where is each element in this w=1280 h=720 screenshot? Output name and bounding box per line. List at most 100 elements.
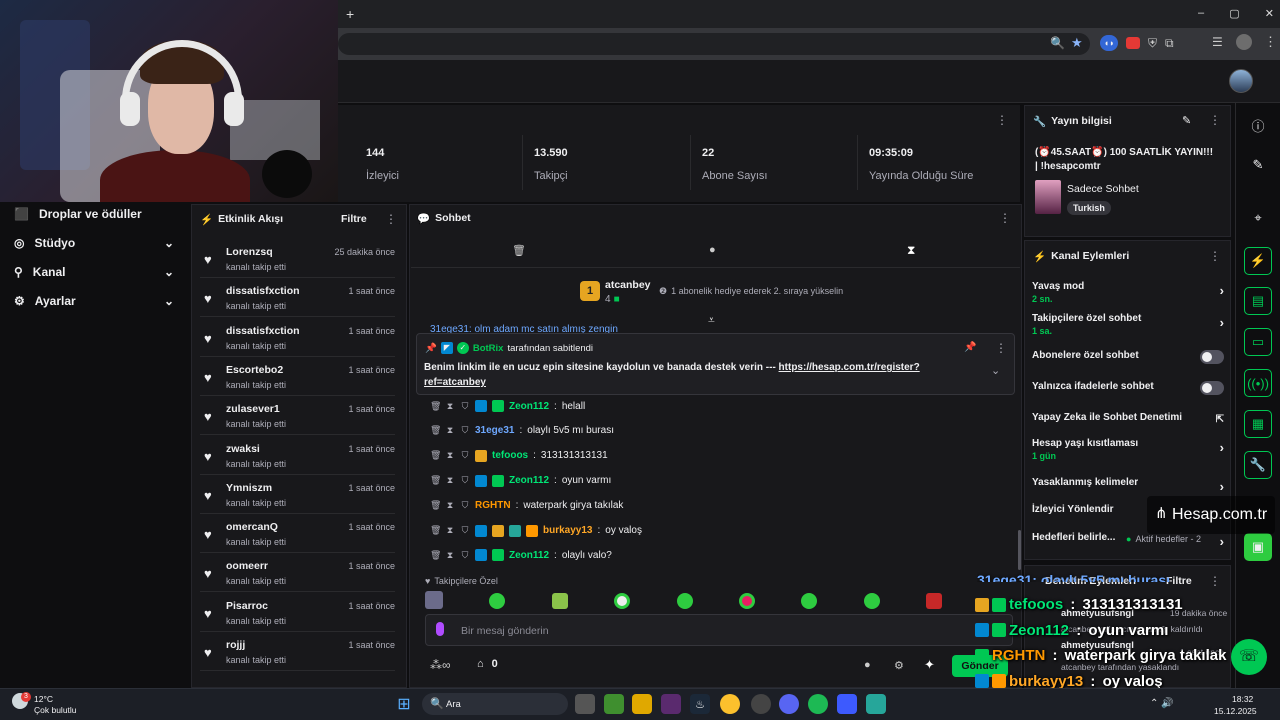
activity-item[interactable]: ♥ Lorenzsq kanalı takip etti 25 dakika önce <box>200 242 395 278</box>
channel-actions-menu-icon[interactable]: ⋮ <box>1209 249 1221 263</box>
activity-item[interactable]: ♥ dissatisfxction kanalı takip etti 1 saat … <box>200 321 395 357</box>
extensions-puzzle-icon[interactable]: ⧉ <box>1165 37 1174 49</box>
timeout-icon[interactable]: ⧗ <box>445 425 455 436</box>
hourglass-icon[interactable]: ⧗ <box>907 243 915 258</box>
chrome-icon[interactable] <box>720 694 740 714</box>
emote-7[interactable] <box>864 593 880 609</box>
address-bar[interactable] <box>338 33 1090 55</box>
sidebar-item-settings[interactable]: ⚙ Ayarlar ⌄ <box>14 290 174 312</box>
focus-rail-icon[interactable]: ⌖ <box>1244 204 1272 232</box>
chat-username[interactable]: Zeon112 <box>509 401 549 412</box>
ban-icon[interactable]: ⛉ <box>460 425 470 436</box>
activity-item[interactable]: ♥ Ymniszm kanalı takip etti 1 saat önce <box>200 478 395 514</box>
ban-icon[interactable]: ⛉ <box>460 450 470 461</box>
sidebar-item-studio[interactable]: ◎ Stüdyo ⌄ <box>14 232 174 254</box>
emote-8[interactable] <box>926 593 942 609</box>
taskbar-search[interactable]: 🔍 Ara <box>422 693 568 715</box>
activity-item[interactable]: ♥ Pisarroc kanalı takip etti 1 saat önce <box>200 596 395 632</box>
channel-action-row[interactable]: Yapay Zeka ile Sohbet Denetimi ⇱ <box>1032 412 1224 428</box>
chat-username[interactable]: Zeon112 <box>509 475 549 486</box>
ban-icon[interactable]: ⛉ <box>460 475 470 486</box>
timeout-icon[interactable]: ⧗ <box>445 525 455 536</box>
category-thumbnail[interactable] <box>1035 180 1061 214</box>
emote-1[interactable] <box>489 593 505 609</box>
chat-message[interactable]: 🗑 ⧗ ⛉ burkayy13: oy valoş <box>430 524 642 537</box>
broadcast-rail-icon[interactable]: ((•)) <box>1244 369 1272 397</box>
chat-username[interactable]: RGHTN <box>475 500 511 511</box>
file-explorer-icon[interactable] <box>632 694 652 714</box>
windows-start-icon[interactable]: ⊞ <box>394 694 414 714</box>
unpin-icon[interactable]: 📌 <box>964 342 976 353</box>
info-rail-icon[interactable]: ⓘ <box>1244 111 1272 139</box>
toggle-switch[interactable] <box>1200 350 1224 364</box>
activity-item[interactable]: ♥ dissatisfxction kanalı takip etti 1 saat … <box>200 281 395 318</box>
activity-item[interactable]: ♥ zwaksi kanalı takip etti 1 saat önce <box>200 439 395 475</box>
app-icon-gray[interactable] <box>751 694 771 714</box>
timeout-icon[interactable]: ⧗ <box>445 401 455 412</box>
mod-log-menu-icon[interactable]: ⋮ <box>1209 574 1221 588</box>
lightning-rail-icon[interactable]: ⚡ <box>1244 247 1272 275</box>
emote-6[interactable] <box>801 593 817 609</box>
store-icon[interactable]: ⌂ <box>477 658 484 670</box>
chat-message[interactable]: 🗑 ⧗ ⛉ Zeon112: helall <box>430 400 585 412</box>
chat-username[interactable]: 31ege31 <box>475 425 514 436</box>
ban-icon[interactable]: ⛉ <box>460 525 470 536</box>
timeout-icon[interactable]: ⧗ <box>445 475 455 486</box>
chat-input[interactable]: Bir mesaj gönderin <box>425 614 1013 646</box>
timeout-icon[interactable]: ⧗ <box>445 500 455 511</box>
browser-menu-icon[interactable]: ⋮ <box>1264 34 1277 50</box>
emote-3[interactable] <box>614 593 630 609</box>
stream-info-menu-icon[interactable]: ⋮ <box>1209 113 1221 127</box>
chat-message[interactable]: 🗑 ⧗ ⛉ Zeon112: olaylı valo? <box>430 549 612 562</box>
activity-item[interactable]: ♥ oomeerr kanalı takip etti 1 saat önce <box>200 556 395 593</box>
minecraft-icon[interactable] <box>604 694 624 714</box>
discord-icon[interactable] <box>779 694 799 714</box>
profile-avatar-icon[interactable] <box>1236 34 1252 50</box>
ban-icon[interactable]: ⛉ <box>460 401 470 412</box>
new-tab-button[interactable]: + <box>346 6 354 22</box>
language-tag[interactable]: Turkish <box>1067 201 1111 215</box>
emote-4[interactable] <box>677 593 693 609</box>
maximize-button[interactable]: ▢ <box>1229 7 1239 20</box>
category-name[interactable]: Sadece Sohbet <box>1067 183 1139 195</box>
ban-icon[interactable]: ⛉ <box>460 500 470 511</box>
chat-rail-icon[interactable]: ▭ <box>1244 328 1272 356</box>
chat-menu-icon[interactable]: ⋮ <box>999 211 1011 225</box>
delete-message-icon[interactable]: 🗑 <box>430 550 441 561</box>
channel-action-row[interactable]: Hesap yaşı kısıtlaması 1 gün › <box>1032 438 1224 464</box>
activity-menu-icon[interactable]: ⋮ <box>385 212 397 226</box>
delete-message-icon[interactable]: 🗑 <box>430 450 441 461</box>
server-rail-icon[interactable]: ▦ <box>1244 410 1272 438</box>
zoom-icon[interactable]: 🔍 <box>1050 36 1065 50</box>
expand-pinned-icon[interactable]: ⌄ <box>991 364 1000 377</box>
notes-rail-icon[interactable]: ▤ <box>1244 287 1272 315</box>
scroll-down-icon[interactable]: ⩡ <box>708 313 715 328</box>
chat-username[interactable]: tefooos <box>492 450 528 461</box>
wrench-rail-icon[interactable]: 🔧 <box>1244 451 1272 479</box>
activity-item[interactable]: ♥ Escortebo2 kanalı takip etti 1 saat önce <box>200 360 395 396</box>
edit-rail-icon[interactable]: ✎ <box>1244 151 1272 179</box>
app-icon-v[interactable] <box>661 694 681 714</box>
channel-action-row[interactable]: Yavaş mod 2 sn. › <box>1032 281 1224 307</box>
toggle-switch[interactable] <box>1200 381 1224 395</box>
chat-settings-icon[interactable]: ⚙ <box>894 659 904 672</box>
extension-rail-icon[interactable]: ▣ <box>1244 533 1272 561</box>
activity-item[interactable]: ♥ zulasever1 kanalı takip etti 1 saat önce <box>200 399 395 436</box>
user-avatar[interactable] <box>1229 69 1253 93</box>
chat-message[interactable]: 🗑 ⧗ ⛉ 31ege31: olaylı 5v5 mı burası <box>430 425 614 436</box>
points-icon[interactable]: ⁂∞ <box>430 658 451 672</box>
channel-action-row[interactable]: Takipçilere özel sohbet 1 sa. › <box>1032 313 1224 339</box>
channel-action-row[interactable]: Abonelere özel sohbet <box>1032 350 1224 366</box>
activity-item[interactable]: ♥ rojjj kanalı takip etti 1 saat önce <box>200 635 395 671</box>
support-chat-icon[interactable]: ☏ <box>1231 639 1267 675</box>
delete-message-icon[interactable]: 🗑 <box>430 475 441 486</box>
app-icon-teal[interactable] <box>866 694 886 714</box>
chat-scrollbar[interactable] <box>1018 530 1021 570</box>
activity-filter-button[interactable]: Filtre <box>341 213 367 225</box>
delete-message-icon[interactable]: 🗑 <box>430 425 441 436</box>
mic-icon[interactable] <box>436 622 444 636</box>
timeout-icon[interactable]: ⧗ <box>445 450 455 461</box>
chat-message[interactable]: 🗑 ⧗ ⛉ RGHTN: waterpark girya takılak <box>430 500 623 511</box>
timeout-icon[interactable]: ⧗ <box>445 550 455 561</box>
extension-audio-icon[interactable]: ◖◗ <box>1100 35 1118 51</box>
